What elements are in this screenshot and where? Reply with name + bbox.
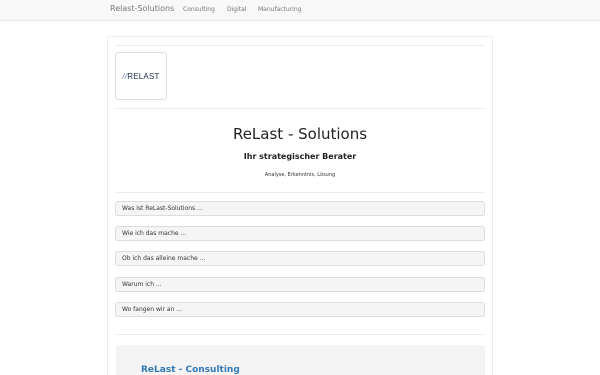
nav-link-digital[interactable]: Digital [227, 6, 246, 13]
logo-wordmark: //RELAST [122, 71, 160, 81]
consulting-section-title: ReLast - Consulting [141, 365, 240, 375]
main-container: //RELAST ReLast - Solutions Ihr strategi… [107, 36, 493, 375]
page-subtitle: Ihr strategischer Berater [243, 152, 357, 161]
accordion-item-alleine[interactable]: Ob ich das alleine mache ... [115, 251, 485, 266]
page-title: ReLast - Solutions [232, 125, 368, 143]
divider [115, 45, 485, 46]
consulting-section: ReLast - Consulting [116, 345, 485, 375]
accordion-item-was-ist[interactable]: Was ist ReLast-Solutions ... [115, 201, 485, 216]
logo[interactable]: //RELAST [115, 52, 167, 100]
accordion-item-wie[interactable]: Wie ich das mache ... [115, 226, 485, 241]
accordion-item-warum[interactable]: Warum ich ... [115, 277, 485, 292]
nav-link-manufacturing[interactable]: Manufacturing [258, 6, 301, 13]
page-tagline: Analyse, Erkenntnis, Lösung [264, 172, 336, 178]
navbar-brand[interactable]: Relast-Solutions [110, 4, 174, 13]
divider [115, 334, 485, 335]
divider [115, 108, 485, 109]
divider [115, 192, 485, 193]
navbar: Relast-Solutions Consulting Digital Manu… [0, 0, 600, 21]
accordion-item-wo-anfangen[interactable]: Wo fangen wir an ... [115, 302, 485, 317]
nav-link-consulting[interactable]: Consulting [183, 6, 215, 13]
